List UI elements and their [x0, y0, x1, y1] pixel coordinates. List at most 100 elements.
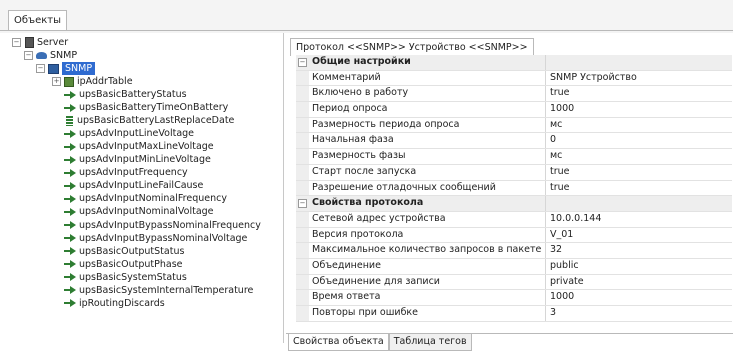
property-row[interactable]: Версия протокола V_01: [296, 227, 732, 244]
property-label: Размерность фазы: [309, 149, 546, 164]
tag-arrow-icon: [64, 272, 76, 282]
tree-item[interactable]: upsAdvInputFrequency: [64, 166, 188, 179]
property-label: Повторы при ошибке: [309, 306, 546, 321]
tree-label: upsAdvInputFrequency: [79, 167, 188, 179]
tag-date-icon: [66, 115, 73, 126]
collapse-icon[interactable]: −: [24, 51, 33, 60]
tree-label: upsAdvInputMaxLineVoltage: [79, 141, 214, 153]
collapse-icon[interactable]: −: [298, 199, 307, 209]
property-row[interactable]: Размерность периода опроса мс: [296, 117, 732, 134]
property-row[interactable]: Сетевой адрес устройства 10.0.0.144: [296, 211, 732, 228]
tree-label: upsAdvInputNominalVoltage: [79, 206, 214, 218]
tag-arrow-icon: [64, 207, 76, 217]
property-row[interactable]: Объединение для записи private: [296, 274, 732, 291]
tree-label: upsAdvInputNominalFrequency: [79, 193, 227, 205]
tree-item[interactable]: upsAdvInputLineVoltage: [64, 127, 194, 140]
tree-item[interactable]: upsBasicOutputStatus: [64, 245, 184, 258]
tree-item[interactable]: upsAdvInputBypassNominalVoltage: [64, 232, 247, 245]
tag-arrow-icon: [64, 246, 76, 256]
tree-item[interactable]: upsAdvInputNominalFrequency: [64, 192, 227, 205]
property-row[interactable]: Время ответа 1000: [296, 290, 732, 306]
tree-item[interactable]: upsAdvInputMinLineVoltage: [64, 153, 211, 166]
tree-label: upsAdvInputBypassNominalFrequency: [79, 219, 261, 231]
tag-arrow-icon: [64, 194, 76, 204]
tree-node-snmp-group[interactable]: − SNMP: [24, 49, 77, 62]
property-value[interactable]: 0: [547, 133, 556, 148]
property-value[interactable]: мс: [547, 118, 562, 133]
bottom-tabbar: Свойства объекта Таблица тегов: [288, 334, 472, 352]
property-label: Объединение для записи: [309, 274, 546, 290]
property-row[interactable]: Разрешение отладочных сообщений true: [296, 180, 732, 197]
tab-protocol-device[interactable]: Протокол <<SNMP>> Устройство <<SNMP>>: [290, 38, 534, 56]
category-protocol[interactable]: − Свойства протокола: [296, 196, 732, 212]
tree-item[interactable]: upsBasicBatteryTimeOnBattery: [64, 101, 228, 114]
property-label: Размерность периода опроса: [309, 117, 546, 133]
property-value[interactable]: 1000: [547, 290, 574, 305]
expand-icon[interactable]: +: [52, 77, 61, 86]
property-value[interactable]: 3: [547, 306, 556, 321]
property-label: Включено в работу: [309, 86, 546, 102]
property-value[interactable]: 1000: [547, 102, 574, 117]
property-value[interactable]: true: [547, 165, 570, 180]
property-value[interactable]: public: [547, 259, 579, 274]
tag-arrow-icon: [64, 103, 76, 113]
property-value[interactable]: 32: [547, 243, 562, 258]
tree-item[interactable]: ipRoutingDiscards: [64, 297, 165, 310]
tree-item[interactable]: upsBasicBatteryStatus: [64, 88, 187, 101]
property-value[interactable]: 10.0.0.144: [547, 212, 601, 227]
tree-label: upsBasicSystemStatus: [79, 271, 187, 283]
property-value[interactable]: true: [547, 181, 570, 196]
tree-item[interactable]: upsAdvInputBypassNominalFrequency: [64, 219, 261, 232]
property-row[interactable]: Максимальное количество запросов в пакет…: [296, 243, 732, 259]
property-label: Сетевой адрес устройства: [309, 211, 546, 227]
tree-item[interactable]: upsBasicOutputPhase: [64, 258, 183, 271]
tree-item[interactable]: upsBasicSystemInternalTemperature: [64, 284, 253, 297]
tree-label: upsBasicOutputPhase: [79, 258, 183, 270]
property-row[interactable]: Комментарий SNMP Устройство: [296, 70, 732, 87]
table-icon: [64, 76, 74, 87]
collapse-icon[interactable]: −: [36, 64, 45, 73]
tree-item[interactable]: upsAdvInputNominalVoltage: [64, 205, 214, 218]
tab-objects[interactable]: Объекты: [8, 10, 68, 31]
collapse-icon[interactable]: −: [12, 38, 21, 47]
tag-arrow-icon: [64, 181, 76, 191]
tree-item[interactable]: upsBasicBatteryLastReplaceDate: [64, 114, 234, 127]
tree-label: upsAdvInputMinLineVoltage: [79, 154, 211, 166]
tree-item[interactable]: upsBasicSystemStatus: [64, 271, 187, 284]
tab-tag-table[interactable]: Таблица тегов: [388, 334, 472, 351]
property-row[interactable]: Включено в работу true: [296, 86, 732, 103]
property-value[interactable]: private: [547, 275, 584, 290]
tab-object-properties[interactable]: Свойства объекта: [288, 334, 389, 351]
property-value[interactable]: V_01: [547, 228, 573, 243]
property-value[interactable]: true: [547, 86, 570, 101]
tree-label: ipRoutingDiscards: [79, 297, 165, 309]
property-value[interactable]: мс: [547, 149, 562, 164]
category-general[interactable]: − Общие настройки: [296, 55, 732, 71]
property-label: Начальная фаза: [309, 133, 546, 149]
category-label: Свойства протокола: [309, 196, 546, 211]
property-row[interactable]: Период опроса 1000: [296, 102, 732, 118]
property-row[interactable]: Старт после запуска true: [296, 164, 732, 181]
property-row[interactable]: Повторы при ошибке 3: [296, 306, 732, 322]
property-label: Разрешение отладочных сообщений: [309, 180, 546, 196]
tag-arrow-icon: [64, 168, 76, 178]
tree-node-snmp-device[interactable]: − SNMP: [36, 62, 96, 75]
category-label: Общие настройки: [309, 55, 546, 70]
collapse-icon[interactable]: −: [298, 58, 307, 67]
property-label: Максимальное количество запросов в пакет…: [309, 243, 546, 258]
property-value[interactable]: SNMP Устройство: [547, 71, 637, 86]
tree-node-ipaddrtable[interactable]: + ipAddrTable: [52, 75, 133, 88]
property-label: Комментарий: [309, 70, 546, 86]
tag-arrow-icon: [64, 233, 76, 243]
property-row[interactable]: Размерность фазы мс: [296, 149, 732, 165]
tree-item[interactable]: upsAdvInputLineFailCause: [64, 179, 203, 192]
property-row[interactable]: Объединение public: [296, 258, 732, 275]
tag-arrow-icon: [64, 142, 76, 152]
tree-label: upsBasicSystemInternalTemperature: [79, 284, 254, 296]
property-label: Объединение: [309, 258, 546, 274]
tree-label: upsBasicBatteryLastReplaceDate: [77, 115, 235, 127]
property-row[interactable]: Начальная фаза 0: [296, 133, 732, 150]
tree-label: upsBasicOutputStatus: [79, 245, 185, 257]
tree-node-server[interactable]: − Server: [12, 36, 68, 49]
tree-item[interactable]: upsAdvInputMaxLineVoltage: [64, 140, 214, 153]
